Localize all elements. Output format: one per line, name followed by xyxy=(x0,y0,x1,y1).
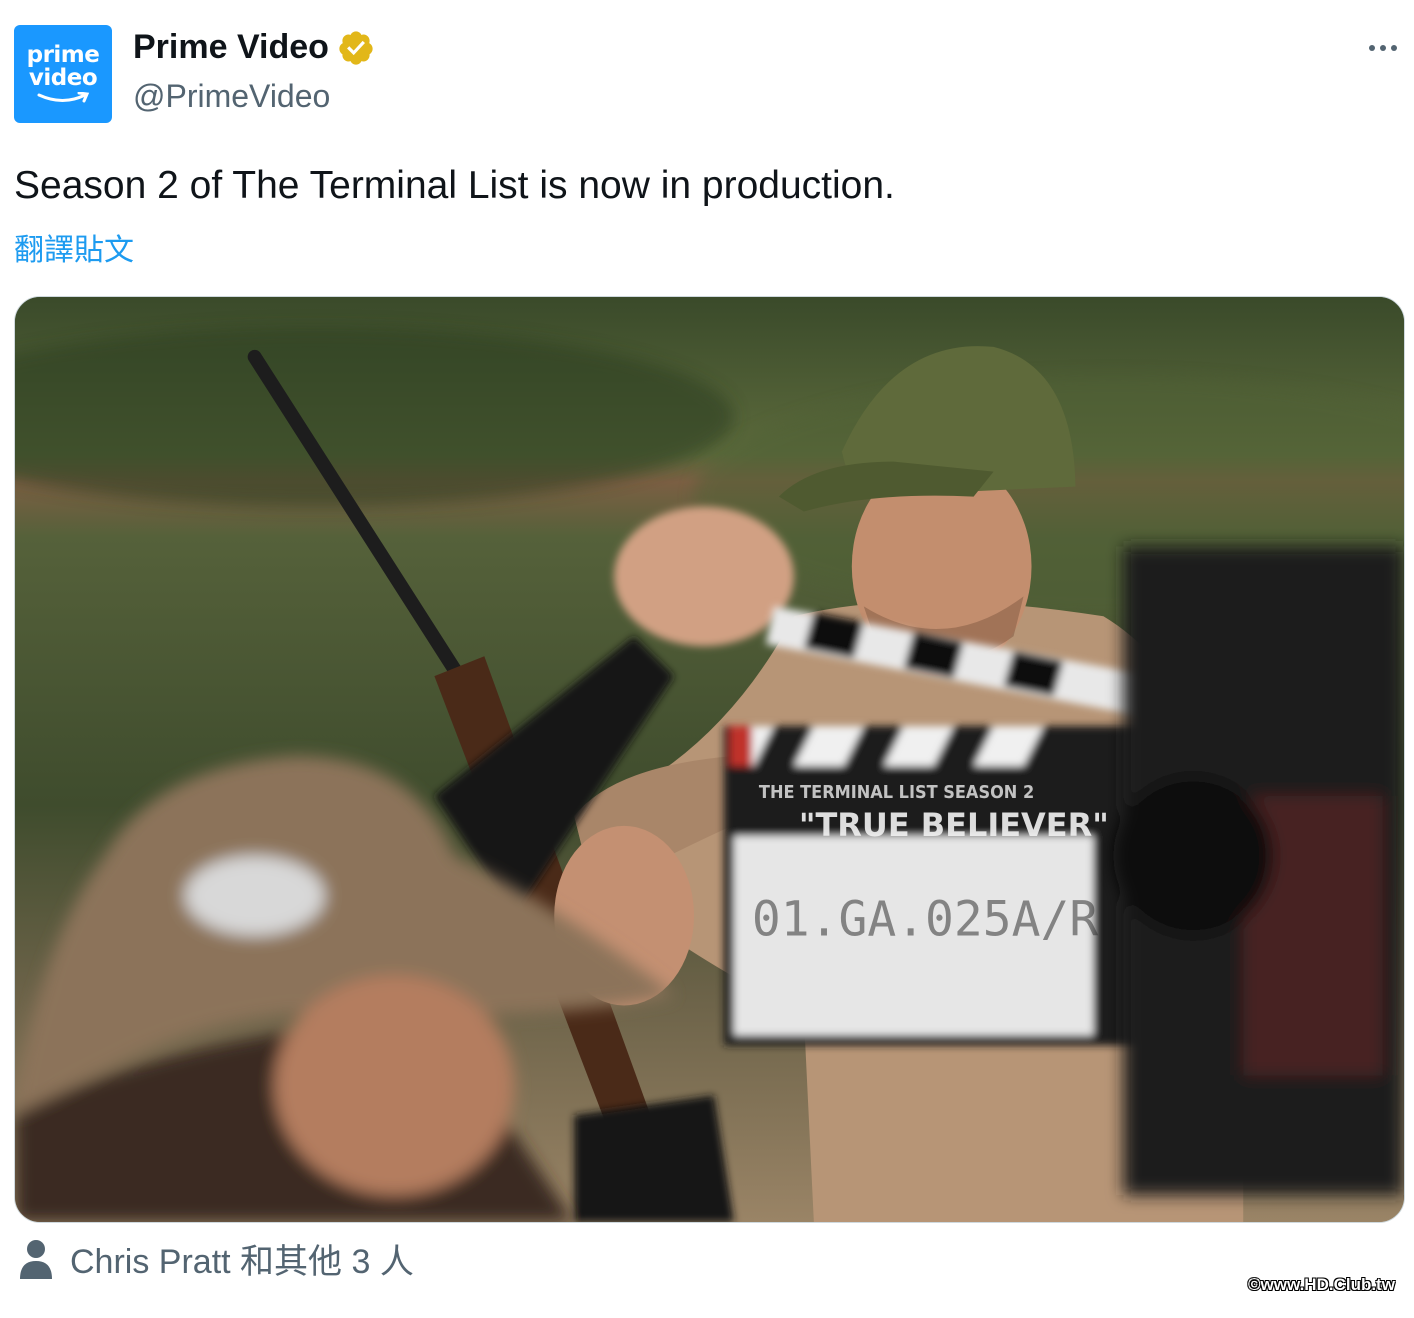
person-icon xyxy=(20,1239,52,1279)
avatar-line-1: prime xyxy=(26,42,100,68)
tagged-people[interactable]: Chris Pratt 和其他 3 人 xyxy=(18,1234,414,1283)
slate-title-text: THE TERMINAL LIST SEASON 2 xyxy=(759,782,1034,803)
watermark: ©www.HD.Club.tw xyxy=(1248,1275,1395,1294)
tweet-text: Season 2 of The Terminal List is now in … xyxy=(14,164,895,207)
slate-episode-text: "TRUE BELIEVER" xyxy=(799,806,1109,844)
tagged-people-text[interactable]: Chris Pratt 和其他 3 人 xyxy=(70,1234,414,1283)
tweet-media-photo[interactable]: THE TERMINAL LIST SEASON 2 "TRUE BELIEVE… xyxy=(14,296,1405,1223)
photo-illustration: THE TERMINAL LIST SEASON 2 "TRUE BELIEVE… xyxy=(15,297,1404,1222)
more-dot xyxy=(1391,45,1397,51)
more-dot xyxy=(1369,45,1375,51)
author-handle[interactable]: @PrimeVideo xyxy=(133,78,330,115)
translate-post-link[interactable]: 翻譯貼文 xyxy=(14,225,134,269)
slate-scene-text: 01.GA.025A/R xyxy=(752,893,1098,948)
avatar[interactable]: prime video xyxy=(14,25,112,123)
more-dot xyxy=(1380,45,1386,51)
display-name[interactable]: Prime Video xyxy=(133,28,329,67)
verified-badge-icon xyxy=(339,30,373,65)
author-name-row[interactable]: Prime Video xyxy=(133,28,375,67)
avatar-line-2: video xyxy=(28,65,98,91)
more-options-button[interactable] xyxy=(1360,30,1406,66)
smile-logo-icon xyxy=(37,92,90,103)
